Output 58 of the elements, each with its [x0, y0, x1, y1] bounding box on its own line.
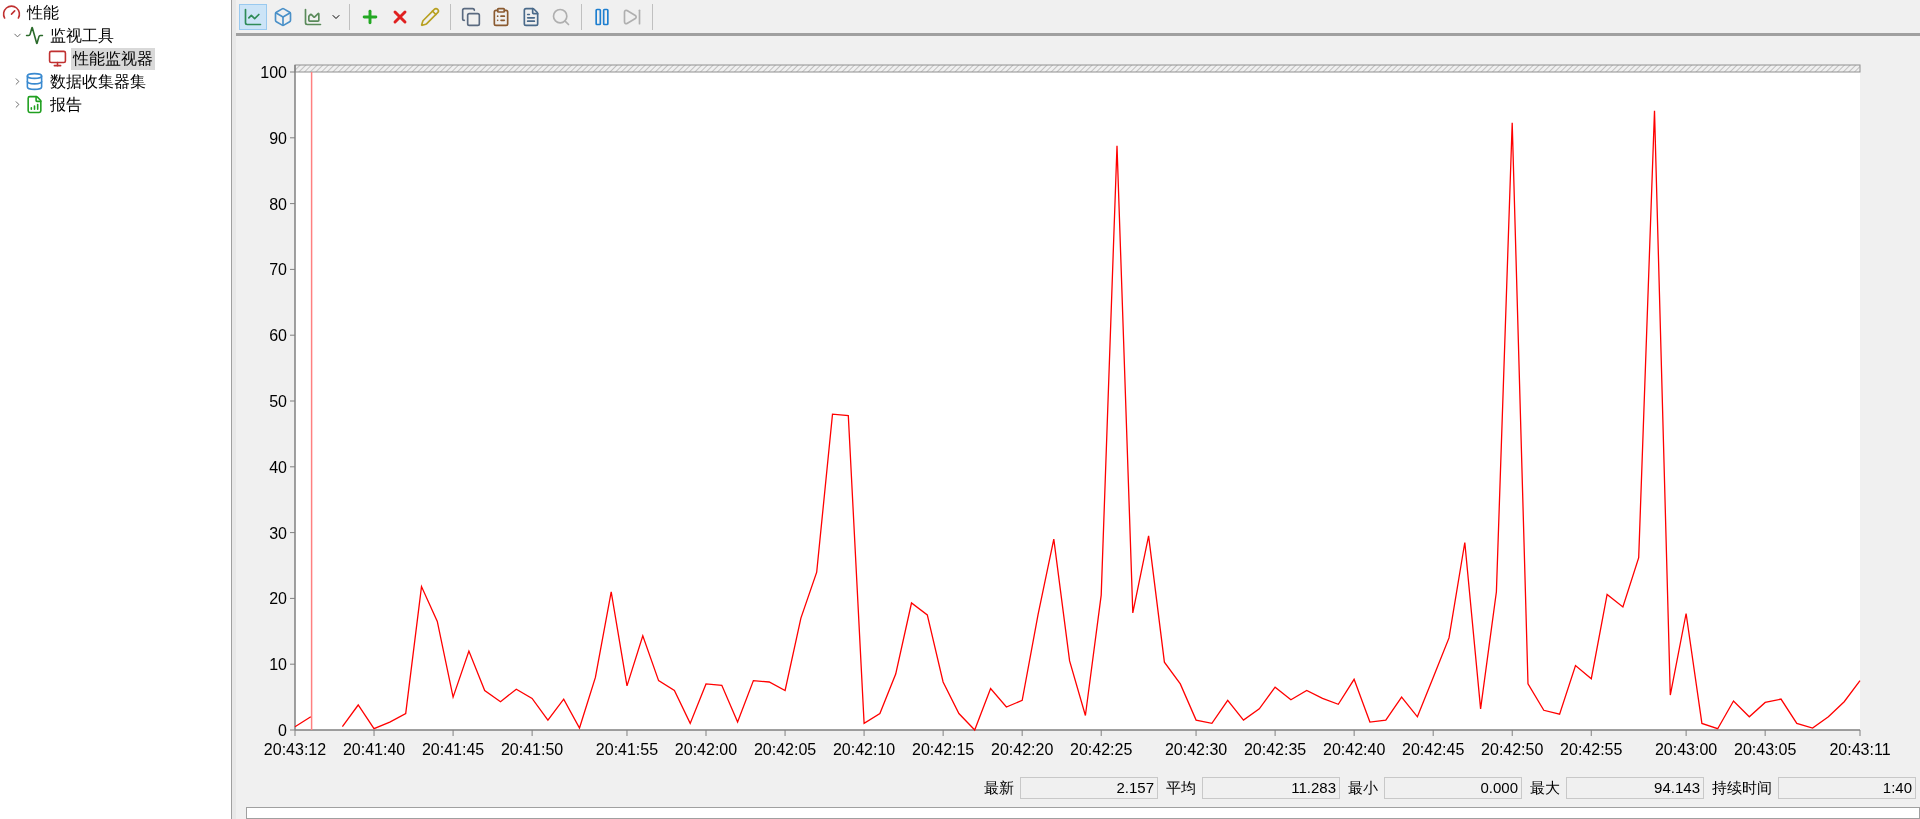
search-icon: [551, 6, 571, 27]
x-tick-label: 20:42:45: [1402, 741, 1465, 758]
stat-value-field: 11.283: [1202, 777, 1340, 800]
stat-value-field: 1:40: [1778, 777, 1916, 800]
x-tick-label: 20:42:15: [912, 741, 975, 758]
x-tick-label: 20:43:11: [1829, 741, 1891, 758]
x-tick-label: 20:43:00: [1654, 741, 1718, 758]
x-tick-label: 20:42:50: [1481, 741, 1544, 758]
x-tick-label: 20:41:55: [595, 741, 659, 758]
x-tick-label: 20:42:20: [991, 741, 1054, 758]
stat-label: 平均: [1166, 778, 1196, 798]
x-tick-label: 20:42:30: [1164, 741, 1228, 758]
tree-item[interactable]: 性能: [25, 1, 61, 24]
x-tick-label: 20:41:40: [342, 741, 406, 758]
stat-value-field: 2.157: [1020, 777, 1158, 800]
y-tick-label: 30: [269, 524, 287, 542]
pencil-icon: [420, 6, 440, 27]
properties-icon: [521, 6, 541, 27]
toolbar-button[interactable]: [239, 3, 267, 30]
copy-icon: [461, 6, 481, 27]
x-tick-label: 20:42:10: [832, 741, 896, 758]
x-tick-label: 20:43:05: [1734, 741, 1797, 758]
stat-value-field: 94.143: [1566, 777, 1704, 800]
y-tick-label: 70: [269, 261, 287, 279]
tree-item[interactable]: 监视工具: [48, 24, 116, 47]
cube-icon: [273, 6, 293, 27]
x-tick-label: 20:41:50: [501, 741, 564, 758]
pause-icon: [592, 6, 612, 27]
area-chart-icon: [303, 6, 323, 27]
line-chart-icon: [243, 6, 263, 27]
stat-label: 最小: [1348, 778, 1378, 798]
monitor-icon: [48, 49, 67, 68]
y-tick-label: 40: [269, 458, 287, 476]
gauge-icon: [2, 3, 21, 22]
tree-item[interactable]: 性能监视器: [71, 47, 155, 70]
x-tick-label: 20:42:05: [753, 741, 817, 758]
y-tick-label: 0: [278, 722, 287, 739]
y-tick-label: 10: [269, 656, 287, 674]
y-tick-label: 60: [269, 327, 287, 345]
x-tick-label: 20:41:45: [421, 741, 485, 758]
y-tick-label: 80: [269, 195, 287, 213]
x-tick-label: 20:42:40: [1323, 741, 1386, 758]
stat-label: 持续时间: [1712, 778, 1772, 798]
x-tick-label: 20:42:00: [674, 741, 738, 758]
stat-label: 最大: [1530, 778, 1560, 798]
stat-label: 最新: [984, 778, 1014, 798]
clipboard-icon: [491, 6, 511, 27]
x-tick-label: 20:42:55: [1560, 741, 1623, 758]
x-tick-label: 20:42:35: [1243, 741, 1307, 758]
stat-value-field: 0.000: [1384, 777, 1522, 800]
tree-item[interactable]: 报告: [48, 93, 84, 116]
y-tick-label: 50: [269, 393, 287, 410]
x-tick-label: 20:43:12: [263, 741, 327, 758]
y-tick-label: 20: [269, 590, 287, 608]
x-tick-label: 20:42:25: [1070, 741, 1133, 758]
y-tick-label: 90: [269, 129, 287, 147]
y-tick-label: 100: [260, 64, 287, 81]
tree-item[interactable]: 数据收集器集: [48, 70, 148, 93]
